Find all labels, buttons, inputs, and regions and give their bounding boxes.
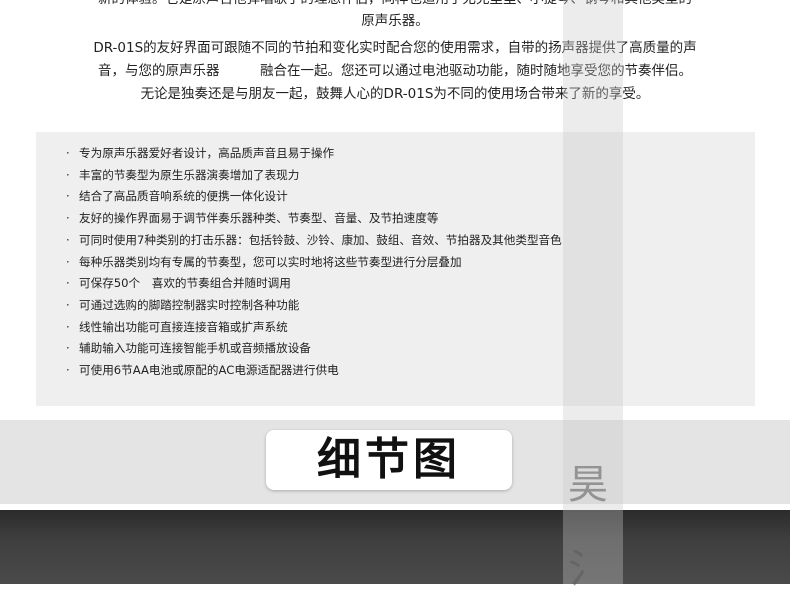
feature-list: · 专为原声乐器爱好者设计，高品质声音且易于操作 · 丰富的节奏型为原生乐器演奏增加… <box>66 143 562 382</box>
bullet-icon: · <box>66 189 70 204</box>
list-item: · 线性输出功能可直接连接音箱或扩声系统 <box>66 317 562 339</box>
intro-line: 音，与您的原声乐器 融合在一起。您还可以通过电池驱动功能，随时随地享受您的节奏伴… <box>98 63 692 79</box>
bullet-icon: · <box>66 341 70 356</box>
list-item: · 专为原声乐器爱好者设计，高品质声音且易于操作 <box>66 143 562 165</box>
list-item: · 每种乐器类别均有专属的节奏型，您可以实时地将这些节奏型进行分层叠加 <box>66 252 562 274</box>
bullet-icon: · <box>66 232 70 247</box>
list-item: · 友好的操作界面易于调节伴奏乐器种类、节奏型、音量、及节拍速度等 <box>66 208 562 230</box>
intro-line: 原声乐器。 <box>361 13 429 29</box>
feature-text: 可通过选购的脚踏控制器实时控制各种功能 <box>79 297 300 312</box>
list-item: · 可同时使用7种类别的打击乐器：包括铃鼓、沙铃、康加、鼓组、音效、节拍器及其他类… <box>66 230 562 252</box>
feature-text: 线性输出功能可直接连接音箱或扩声系统 <box>79 319 288 334</box>
watermark-text: 昊 <box>568 462 608 508</box>
list-item: · 可使用6节AA电池或原配的AC电源适配器进行供电 <box>66 360 562 382</box>
intro-line: 新的体验。它是原声吉他弹唱歌手的理想伴侣，同样也适用于尤克里里、小提琴、钢琴和其… <box>0 0 790 10</box>
list-item: · 丰富的节奏型为原生乐器演奏增加了表现力 <box>66 165 562 187</box>
feature-text: 可使用6节AA电池或原配的AC电源适配器进行供电 <box>79 363 339 378</box>
bullet-icon: · <box>66 297 70 312</box>
feature-text: 可同时使用7种类别的打击乐器：包括铃鼓、沙铃、康加、鼓组、音效、节拍器及其他类型… <box>79 232 562 247</box>
feature-text: 友好的操作界面易于调节伴奏乐器种类、节奏型、音量、及节拍速度等 <box>79 211 439 226</box>
bullet-icon: · <box>66 254 70 269</box>
bullet-icon: · <box>66 167 70 182</box>
feature-text: 结合了高品质音响系统的便携一体化设计 <box>79 189 288 204</box>
feature-text: 可保存50个 喜欢的节奏组合并随时调用 <box>79 276 291 291</box>
list-item: · 辅助输入功能可连接智能手机或音频播放设备 <box>66 338 562 360</box>
feature-text: 辅助输入功能可连接智能手机或音频播放设备 <box>79 341 311 356</box>
list-item: · 可保存50个 喜欢的节奏组合并随时调用 <box>66 273 562 295</box>
watermark-text: 氵 <box>568 546 608 592</box>
feature-text: 每种乐器类别均有专属的节奏型，您可以实时地将这些节奏型进行分层叠加 <box>79 254 462 269</box>
bullet-icon: · <box>66 319 70 334</box>
intro-line: DR-01S的友好界面可跟随不同的节拍和变化实时配合您的使用需求，自带的扬声器提… <box>93 40 697 56</box>
feature-text: 专为原声乐器爱好者设计，高品质声音且易于操作 <box>79 146 335 160</box>
intro-text: 新的体验。它是原声吉他弹唱歌手的理想伴侣，同样也适用于尤克里里、小提琴、钢琴和其… <box>0 0 790 132</box>
list-item: · 结合了高品质音响系统的便携一体化设计 <box>66 186 562 208</box>
bullet-icon: · <box>66 276 70 291</box>
section-title: 细节图 <box>266 430 512 490</box>
bullet-icon: · <box>66 363 70 378</box>
bullet-icon: · <box>66 146 70 160</box>
intro-line: 无论是独奏还是与朋友一起，鼓舞人心的DR-01S为不同的使用场合带来了新的享受。 <box>140 86 650 102</box>
bullet-icon: · <box>66 211 70 226</box>
list-item: · 可通过选购的脚踏控制器实时控制各种功能 <box>66 295 562 317</box>
feature-list-panel: · 专为原声乐器爱好者设计，高品质声音且易于操作 · 丰富的节奏型为原生乐器演奏增加… <box>36 132 755 406</box>
feature-text: 丰富的节奏型为原生乐器演奏增加了表现力 <box>79 167 300 182</box>
product-photo-area <box>0 510 790 584</box>
